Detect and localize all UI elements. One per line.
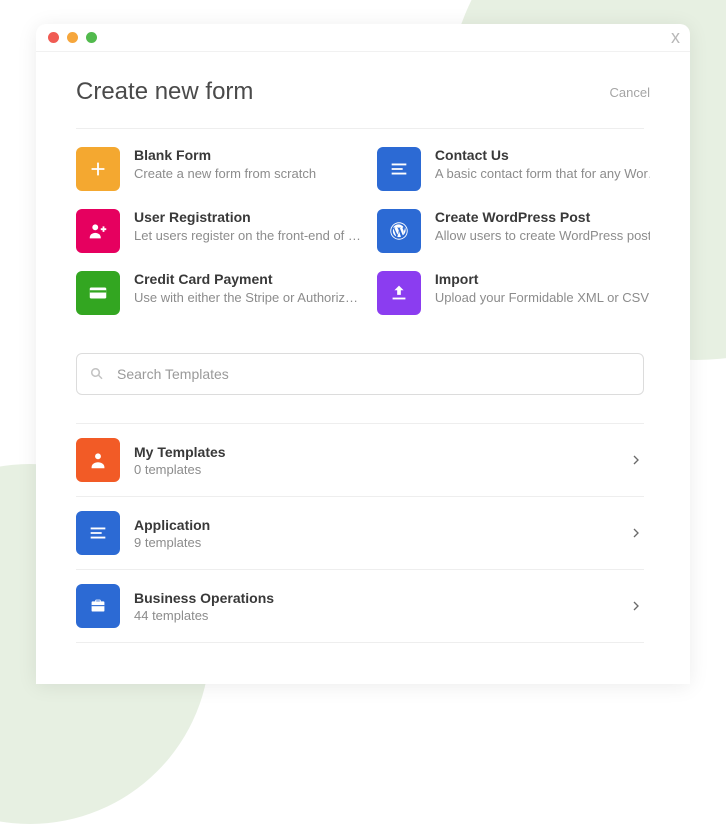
chevron-right-icon — [628, 525, 644, 541]
starter-title: User Registration — [134, 209, 361, 225]
lines-icon — [377, 147, 421, 191]
cancel-button[interactable]: Cancel — [610, 85, 650, 100]
search-input[interactable] — [76, 353, 644, 395]
starter-title: Import — [435, 271, 650, 287]
upload-icon — [377, 271, 421, 315]
divider — [76, 128, 644, 129]
search-wrap — [76, 353, 644, 395]
starter-title: Create WordPress Post — [435, 209, 650, 225]
starter-desc: Use with either the Stripe or Authoriz… — [134, 290, 361, 305]
maximize-dot[interactable] — [86, 32, 97, 43]
minimize-dot[interactable] — [67, 32, 78, 43]
category-application[interactable]: Application 9 templates — [76, 497, 644, 570]
credit-card-option[interactable]: Credit Card Payment Use with either the … — [76, 271, 361, 315]
starter-desc: Upload your Formidable XML or CSV … — [435, 290, 650, 305]
category-title: My Templates — [134, 444, 614, 460]
starter-title: Blank Form — [134, 147, 361, 163]
close-dot[interactable] — [48, 32, 59, 43]
starter-title: Credit Card Payment — [134, 271, 361, 287]
lines-icon — [76, 511, 120, 555]
category-title: Application — [134, 517, 614, 533]
user-icon — [76, 438, 120, 482]
category-sub: 0 templates — [134, 462, 614, 477]
blank-form-option[interactable]: Blank Form Create a new form from scratc… — [76, 147, 361, 191]
page-title: Create new form — [76, 78, 253, 106]
modal-header: Create new form Cancel — [76, 78, 650, 106]
starter-desc: Allow users to create WordPress post… — [435, 228, 650, 243]
starter-title: Contact Us — [435, 147, 650, 163]
contact-us-option[interactable]: Contact Us A basic contact form that for… — [377, 147, 650, 191]
category-title: Business Operations — [134, 590, 614, 606]
chevron-right-icon — [628, 598, 644, 614]
scroll-area[interactable]: Blank Form Create a new form from scratc… — [76, 128, 650, 684]
titlebar: x — [36, 24, 690, 52]
modal-window: x Create new form Cancel Blank Form Crea… — [36, 24, 690, 684]
chevron-right-icon — [628, 452, 644, 468]
category-business-operations[interactable]: Business Operations 44 templates — [76, 570, 644, 643]
plus-icon — [76, 147, 120, 191]
category-sub: 9 templates — [134, 535, 614, 550]
starter-templates: Blank Form Create a new form from scratc… — [76, 147, 644, 315]
search-icon — [88, 365, 106, 383]
briefcase-icon — [76, 584, 120, 628]
user-plus-icon — [76, 209, 120, 253]
user-registration-option[interactable]: User Registration Let users register on … — [76, 209, 361, 253]
traffic-lights — [48, 32, 97, 43]
category-my-templates[interactable]: My Templates 0 templates — [76, 423, 644, 497]
starter-desc: Let users register on the front-end of … — [134, 228, 361, 243]
card-icon — [76, 271, 120, 315]
modal-content: Create new form Cancel Blank Form Create… — [36, 52, 690, 684]
category-list: My Templates 0 templates Application 9 t… — [76, 423, 644, 643]
wordpress-post-option[interactable]: Create WordPress Post Allow users to cre… — [377, 209, 650, 253]
starter-desc: A basic contact form that for any Wor… — [435, 166, 650, 181]
category-sub: 44 templates — [134, 608, 614, 623]
window-x-icon[interactable]: x — [671, 28, 680, 46]
starter-desc: Create a new form from scratch — [134, 166, 361, 181]
import-option[interactable]: Import Upload your Formidable XML or CSV… — [377, 271, 650, 315]
wordpress-icon — [377, 209, 421, 253]
